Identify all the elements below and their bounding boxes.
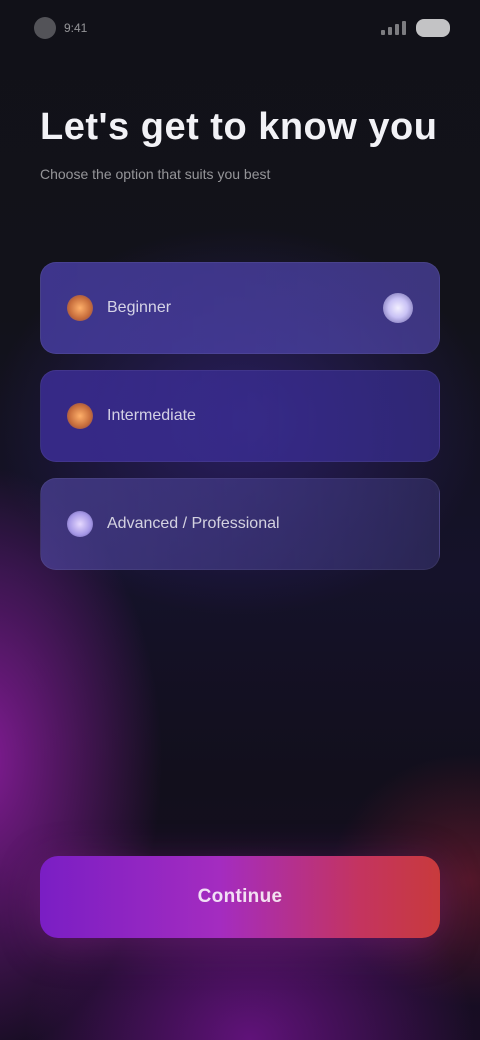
status-left: 9:41 (34, 17, 87, 39)
signal-icon (381, 21, 406, 35)
radio-selected[interactable] (383, 293, 413, 323)
option-beginner[interactable]: Beginner (40, 262, 440, 354)
option-label: Beginner (107, 299, 172, 316)
option-list: Beginner Intermediate Advanced / Profess… (40, 262, 440, 586)
page-subtitle: Choose the option that suits you best (40, 166, 271, 182)
status-bar: 9:41 (0, 0, 480, 56)
onboarding-screen: 9:41 Let's get to know you Choose the op… (0, 0, 480, 1040)
option-content: Beginner (67, 295, 171, 321)
option-advanced[interactable]: Advanced / Professional (40, 478, 440, 570)
status-time: 9:41 (64, 21, 88, 35)
continue-button-label: Continue (197, 886, 283, 907)
option-label: Intermediate (107, 407, 196, 424)
option-content: Intermediate (67, 403, 196, 429)
page-title: Let's get to know you (40, 106, 438, 148)
option-intermediate[interactable]: Intermediate (40, 370, 440, 462)
option-label: Advanced / Professional (107, 515, 280, 532)
star-icon (67, 511, 93, 537)
option-content: Advanced / Professional (67, 511, 280, 537)
battery-icon (416, 19, 450, 37)
fire-icon (67, 403, 93, 429)
flame-icon (67, 295, 93, 321)
continue-button[interactable]: Continue (40, 856, 440, 938)
status-right (381, 19, 450, 37)
camera-dot-icon (34, 17, 56, 39)
